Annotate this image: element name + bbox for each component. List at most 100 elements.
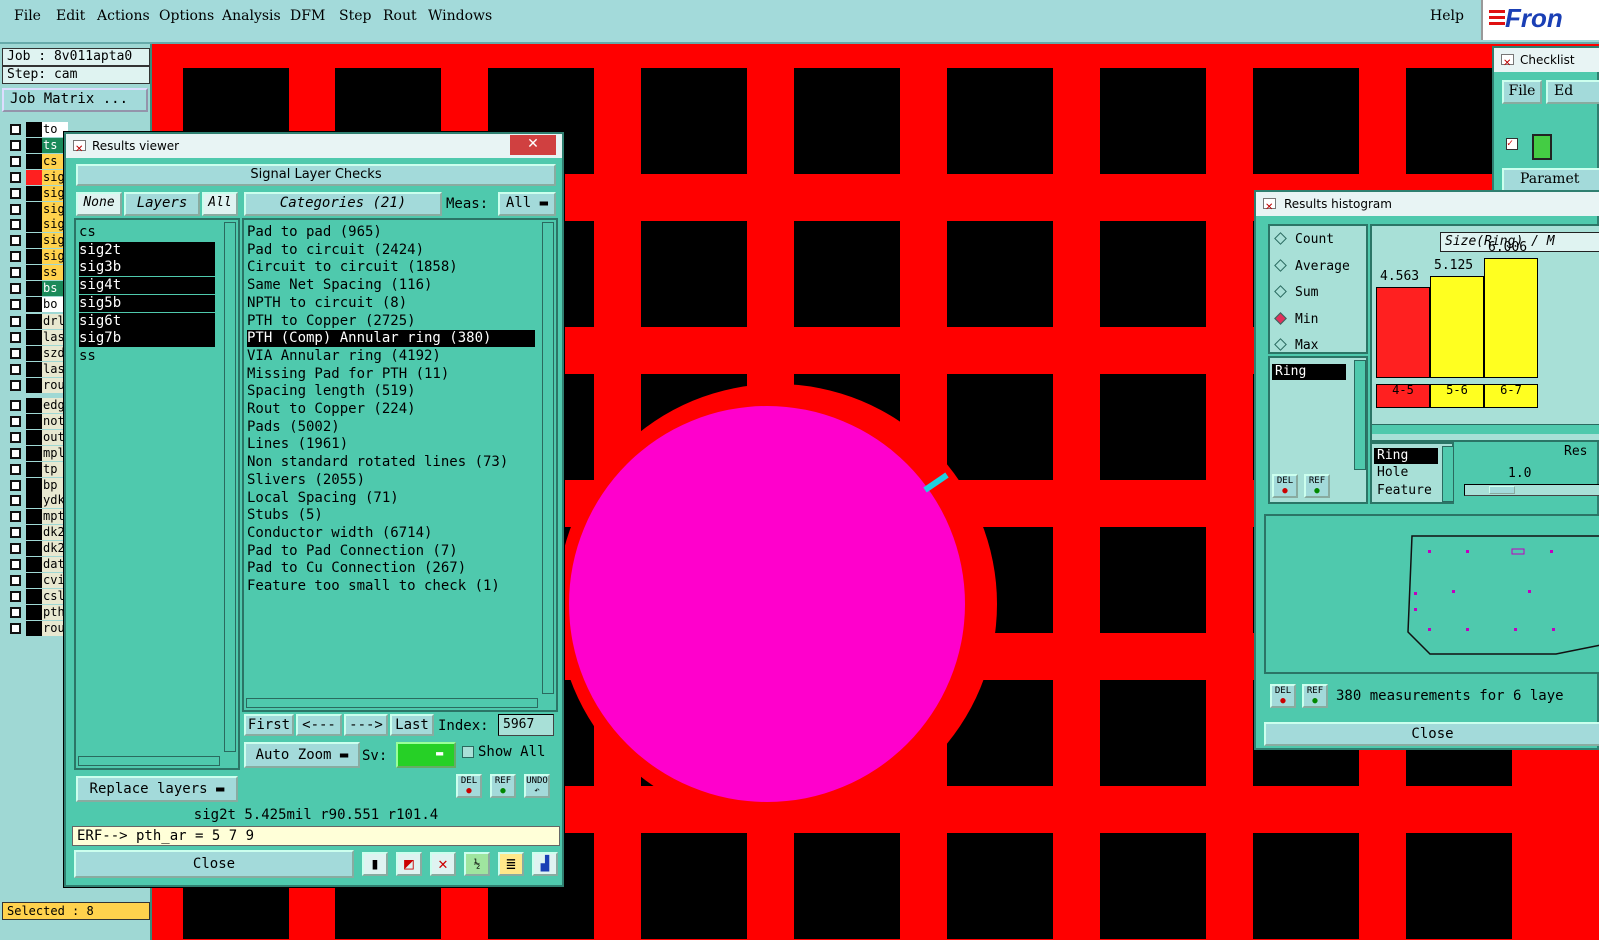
layer-row[interactable]: csl: [4, 588, 68, 604]
attr-list-scrollbar[interactable]: [1442, 446, 1454, 502]
check-category-item[interactable]: NPTH to circuit (8): [247, 295, 535, 312]
radio-indicator-icon[interactable]: [1274, 258, 1287, 272]
layer-row[interactable]: ts: [4, 137, 68, 153]
prev-button[interactable]: <---: [296, 714, 342, 736]
layer-row[interactable]: dk2: [4, 541, 68, 557]
menu-file[interactable]: File: [14, 8, 41, 24]
result-layer-item[interactable]: sig3b: [79, 259, 215, 277]
show-all-checkbox[interactable]: [462, 746, 474, 758]
job-matrix-button[interactable]: Job Matrix ...: [2, 88, 148, 112]
layer-row[interactable]: not: [4, 413, 68, 429]
checklist-file-menu[interactable]: File: [1502, 80, 1542, 104]
preview-del-button[interactable]: DEL ●: [1270, 684, 1296, 708]
layer-row[interactable]: to: [4, 122, 68, 137]
menu-edit[interactable]: Edit: [56, 8, 85, 24]
checklist-edit-menu[interactable]: Ed: [1546, 80, 1599, 104]
menu-actions[interactable]: Actions: [97, 8, 150, 24]
radio-indicator-icon[interactable]: [1274, 232, 1287, 245]
ref-button[interactable]: REF ●: [490, 774, 516, 798]
layer-checkbox[interactable]: [10, 283, 21, 294]
layer-checkbox[interactable]: [10, 139, 21, 151]
layer-checkbox[interactable]: [10, 316, 21, 327]
layer-row[interactable]: bs: [4, 281, 68, 296]
layer-row[interactable]: sig: [4, 185, 68, 201]
layer-row[interactable]: cs: [4, 153, 68, 169]
menu-options[interactable]: Options: [159, 8, 214, 24]
check-category-item[interactable]: Same Net Spacing (116): [247, 277, 535, 294]
histogram-bar[interactable]: [1376, 287, 1430, 378]
layer-row[interactable]: sig: [4, 201, 68, 217]
check-category-item[interactable]: Pad to circuit (2424): [247, 242, 535, 259]
layer-checkbox[interactable]: [10, 298, 21, 310]
result-layer-item[interactable]: sig2t: [79, 241, 215, 259]
check-category-item[interactable]: Missing Pad for PTH (11): [247, 366, 535, 383]
layer-checkbox[interactable]: [10, 171, 21, 183]
layer-row[interactable]: rou: [4, 377, 68, 393]
chart-hscrollbar[interactable]: [1372, 424, 1599, 434]
histogram-bar[interactable]: [1430, 276, 1484, 378]
result-layer-item[interactable]: sig5b: [79, 294, 215, 312]
layer-row[interactable]: dk2: [4, 525, 68, 541]
results-viewer-close-button[interactable]: Close: [74, 850, 354, 878]
attr-item-feature[interactable]: Feature: [1377, 482, 1432, 500]
check-category-item[interactable]: Feature too small to check (1): [247, 578, 535, 595]
result-layer-item[interactable]: sig7b: [79, 330, 215, 348]
index-input[interactable]: 5967: [498, 714, 554, 736]
first-button[interactable]: First: [244, 714, 294, 736]
radio-indicator-icon[interactable]: [1274, 285, 1287, 298]
del-button[interactable]: DEL ●: [456, 774, 482, 798]
layer-row[interactable]: las: [4, 361, 68, 377]
check-category-item[interactable]: Pad to Cu Connection (267): [247, 560, 535, 577]
none-button[interactable]: None: [76, 192, 122, 216]
layer-checkbox[interactable]: [10, 219, 21, 231]
layer-checkbox[interactable]: [10, 235, 21, 247]
layer-row[interactable]: out: [4, 429, 68, 445]
histogram-icon[interactable]: ▟: [532, 852, 558, 876]
split-view-icon[interactable]: ½: [464, 852, 490, 876]
check-category-item[interactable]: Spacing length (519): [247, 383, 535, 400]
menu-help[interactable]: Help: [1430, 8, 1464, 24]
layer-row[interactable]: bo: [4, 296, 68, 312]
categories-button[interactable]: Categories (21): [244, 192, 442, 216]
check-category-item[interactable]: PTH (Comp) Annular ring (380): [247, 330, 535, 348]
auto-zoom-dropdown[interactable]: Auto Zoom ▬: [244, 742, 360, 768]
next-button[interactable]: --->: [344, 714, 388, 736]
meas-dropdown[interactable]: All ▬: [498, 192, 556, 216]
layer-row[interactable]: rou: [4, 620, 68, 636]
check-category-item[interactable]: Non standard rotated lines (73): [247, 454, 535, 471]
layer-row[interactable]: drl: [4, 314, 68, 329]
layer-checkbox[interactable]: [10, 463, 21, 475]
layer-checkbox[interactable]: [10, 251, 21, 263]
menu-step[interactable]: Step: [339, 8, 371, 24]
layer-checkbox[interactable]: [10, 431, 21, 443]
menu-rout[interactable]: Rout: [383, 8, 417, 24]
check-category-item[interactable]: PTH to Copper (2725): [247, 313, 535, 330]
check-category-item[interactable]: Stubs (5): [247, 507, 535, 524]
check-category-item[interactable]: Local Spacing (71): [247, 490, 535, 507]
resolution-slider[interactable]: [1464, 484, 1599, 496]
menu-windows[interactable]: Windows: [428, 8, 492, 24]
layer-checkbox[interactable]: [10, 415, 21, 427]
radio-indicator-icon[interactable]: [1274, 338, 1287, 351]
layer-checkbox[interactable]: [10, 203, 21, 215]
histogram-mode-radio[interactable]: Max: [1274, 338, 1318, 354]
layer-row[interactable]: pth: [4, 604, 68, 620]
layer-checkbox[interactable]: [10, 347, 21, 359]
result-layer-item[interactable]: ss: [79, 348, 215, 365]
layer-row[interactable]: szd: [4, 345, 68, 361]
result-layer-item[interactable]: cs: [79, 224, 215, 241]
histogram-mode-radio[interactable]: Min: [1274, 312, 1318, 328]
layer-checkbox[interactable]: [10, 479, 21, 491]
histogram-del-button[interactable]: DEL ●: [1272, 474, 1298, 498]
menu-dfm[interactable]: DFM: [290, 8, 325, 24]
layers-button[interactable]: Layers: [124, 192, 200, 216]
layer-row[interactable]: bp: [4, 477, 68, 493]
check-category-item[interactable]: Slivers (2055): [247, 472, 535, 489]
layer-checkbox[interactable]: [10, 379, 21, 391]
clear-icon[interactable]: ✕: [430, 852, 456, 876]
attr-item-hole[interactable]: Hole: [1377, 464, 1408, 482]
layer-row[interactable]: sig: [4, 217, 68, 233]
layer-checkbox[interactable]: [10, 574, 21, 586]
layer-checkbox[interactable]: [10, 363, 21, 375]
check-category-item[interactable]: Pad to pad (965): [247, 224, 535, 241]
